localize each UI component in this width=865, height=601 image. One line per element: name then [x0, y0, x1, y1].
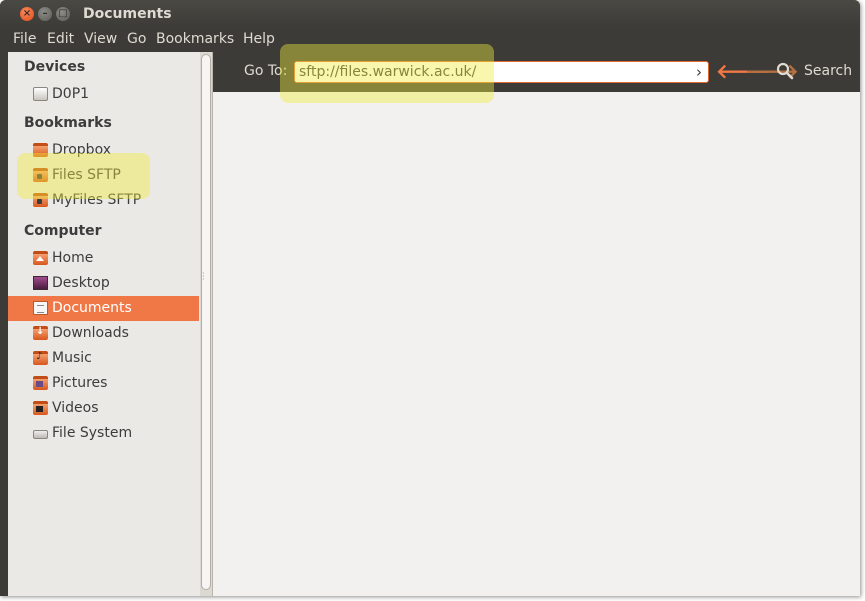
window-title: Documents: [83, 6, 172, 22]
sidebar-item-label: File System: [52, 425, 133, 441]
menu-view[interactable]: View: [84, 31, 117, 47]
sidebar-item-d0p1[interactable]: D0P1: [8, 82, 199, 107]
close-window-button[interactable]: ×: [20, 7, 34, 21]
menu-go[interactable]: Go: [127, 31, 146, 47]
sidebar-item-downloads[interactable]: Downloads: [8, 321, 199, 346]
go-arrow-icon[interactable]: ›: [696, 62, 702, 82]
section-header-bookmarks: Bookmarks: [24, 115, 112, 131]
sidebar-scrollbar[interactable]: [200, 52, 212, 596]
sidebar-item-desktop[interactable]: Desktop: [8, 271, 199, 296]
section-header-devices: Devices: [24, 59, 86, 75]
sidebar-item-label: Documents: [52, 300, 132, 316]
menu-file[interactable]: File: [13, 31, 36, 47]
pane-resize-handle[interactable]: · · ·: [202, 270, 205, 284]
sidebar-scroll-thumb[interactable]: [201, 54, 211, 590]
sidebar-item-label: D0P1: [52, 86, 90, 102]
home-folder-icon: [33, 251, 48, 265]
menu-edit[interactable]: Edit: [47, 31, 74, 47]
sidebar-item-pictures[interactable]: Pictures: [8, 371, 199, 396]
search-icon[interactable]: [776, 62, 794, 80]
desktop-icon: [33, 276, 48, 290]
minimize-window-button[interactable]: –: [38, 7, 52, 21]
sidebar-item-videos[interactable]: Videos: [8, 396, 199, 421]
filesystem-icon: [33, 430, 48, 439]
videos-folder-icon: [33, 401, 48, 415]
documents-folder-icon: [33, 301, 48, 315]
highlight-files-sftp: [17, 153, 150, 199]
sidebar-item-home[interactable]: Home: [8, 246, 199, 271]
maximize-window-button[interactable]: □: [56, 7, 70, 21]
drive-icon: [33, 87, 48, 101]
file-view-area[interactable]: [213, 92, 860, 596]
sidebar-item-label: Downloads: [52, 325, 129, 341]
titlebar[interactable]: × – □ Documents: [0, 0, 860, 28]
highlight-location-bar: [280, 44, 494, 103]
sidebar-item-music[interactable]: Music: [8, 346, 199, 371]
places-sidebar: Devices D0P1 Bookmarks Dropbox Files SFT…: [8, 52, 213, 596]
menu-bookmarks[interactable]: Bookmarks: [156, 31, 234, 47]
pictures-folder-icon: [33, 376, 48, 390]
sidebar-item-label: Home: [52, 250, 94, 266]
sidebar-item-label: Music: [52, 350, 92, 366]
section-header-computer: Computer: [24, 223, 102, 239]
sidebar-item-documents[interactable]: Documents: [8, 296, 199, 321]
music-folder-icon: [33, 351, 48, 365]
sidebar-item-file-system[interactable]: File System: [8, 421, 199, 446]
sidebar-item-label: Pictures: [52, 375, 108, 391]
sidebar-item-label: Desktop: [52, 275, 110, 291]
sidebar-item-label: Videos: [52, 400, 99, 416]
downloads-folder-icon: [33, 326, 48, 340]
search-button[interactable]: Search: [804, 63, 852, 79]
menu-help[interactable]: Help: [243, 31, 275, 47]
